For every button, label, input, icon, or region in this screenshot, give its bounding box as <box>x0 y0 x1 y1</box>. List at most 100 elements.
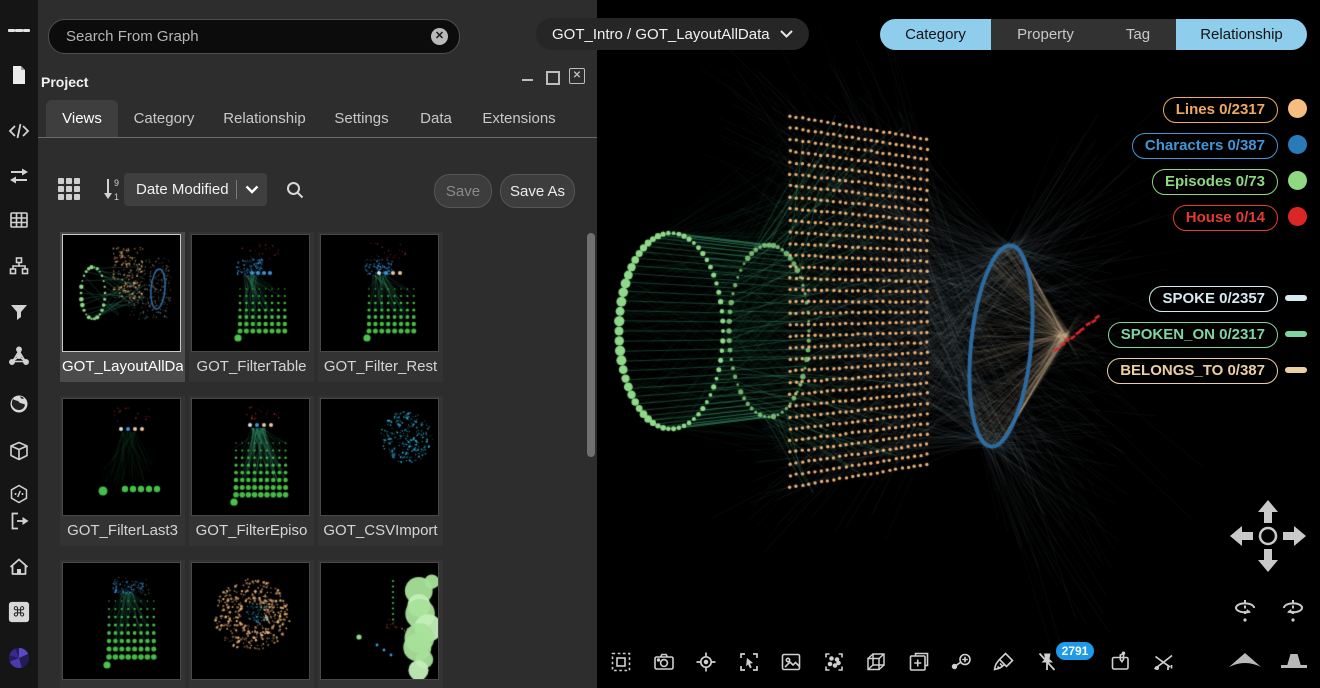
panel-scrollbar[interactable] <box>587 233 595 457</box>
relationship-dash-spoken-on[interactable] <box>1285 331 1307 337</box>
save-button[interactable]: Save <box>434 174 492 208</box>
svg-text:1: 1 <box>114 192 119 202</box>
relationship-dash-spoke[interactable] <box>1285 295 1307 301</box>
tilt-up-icon[interactable] <box>1276 650 1312 670</box>
swap-arrows-icon[interactable] <box>8 165 30 187</box>
globe-icon[interactable] <box>8 393 30 415</box>
tab-tag-mode[interactable]: Tag <box>1100 19 1176 50</box>
category-dot-lines[interactable] <box>1288 99 1307 118</box>
close-icon[interactable]: ✕ <box>569 68 585 84</box>
clear-search-icon[interactable]: ✕ <box>431 28 448 45</box>
view-thumbnail <box>62 398 181 516</box>
add-slide-icon[interactable] <box>904 647 934 677</box>
view-card[interactable] <box>318 560 443 688</box>
panel-title: Project <box>41 74 88 90</box>
view-label <box>191 680 312 688</box>
view-card-got-filterlast3[interactable]: GOT_FilterLast3 <box>60 396 185 546</box>
current-view-selector[interactable]: GOT_Intro / GOT_LayoutAllData <box>536 18 809 50</box>
relationship-badge-spoke[interactable]: SPOKE 0/2357 <box>1149 286 1278 312</box>
view-card[interactable] <box>189 560 314 688</box>
sign-out-icon[interactable] <box>8 510 30 532</box>
tab-views[interactable]: Views <box>46 100 118 137</box>
sort-field-dropdown[interactable]: Date Modified <box>124 173 267 206</box>
tab-category[interactable]: Category <box>118 100 210 137</box>
category-dot-episodes[interactable] <box>1288 171 1307 190</box>
search-views-icon[interactable] <box>285 180 305 205</box>
code-icon[interactable] <box>8 120 30 142</box>
tab-data[interactable]: Data <box>404 100 468 137</box>
tab-extensions[interactable]: Extensions <box>468 100 570 137</box>
menu-icon[interactable] <box>8 19 30 41</box>
scatter-select-icon[interactable] <box>819 647 849 677</box>
view-card-got-filtertable[interactable]: GOT_FilterTable <box>189 232 314 382</box>
sort-field-value: Date Modified <box>124 181 236 198</box>
svg-text:⌘: ⌘ <box>12 605 26 621</box>
app-window: ⌘ ✕ ✕ Project Views Category Relationshi… <box>0 0 1320 688</box>
category-badge-episodes[interactable]: Episodes 0/73 <box>1152 169 1278 195</box>
view-thumbnail <box>320 562 439 680</box>
select-transform-icon[interactable] <box>734 647 764 677</box>
pan-center-icon <box>1260 528 1276 544</box>
relationship-badge-belongs-to[interactable]: BELONGS_TO 0/387 <box>1107 358 1278 384</box>
pan-dpad[interactable] <box>1228 498 1308 578</box>
home-icon[interactable] <box>8 556 30 578</box>
rotate-right-icon[interactable] <box>1278 596 1308 626</box>
filter-icon[interactable] <box>8 301 30 323</box>
rotate-left-icon[interactable] <box>1230 596 1260 626</box>
notes-board-icon[interactable] <box>1106 647 1136 677</box>
maximize-icon[interactable] <box>545 69 559 83</box>
cube-3d-icon[interactable] <box>8 440 30 462</box>
tab-settings[interactable]: Settings <box>319 100 404 137</box>
tab-relationship[interactable]: Relationship <box>210 100 319 137</box>
svg-text:9: 9 <box>114 178 119 188</box>
grid-view-icon[interactable] <box>58 178 82 202</box>
category-badge-characters[interactable]: Characters 0/387 <box>1132 133 1278 159</box>
panel-window-controls: ✕ <box>521 68 585 84</box>
view-card-got-csvimport[interactable]: GOT_CSVImport <box>318 396 443 546</box>
category-badge-house[interactable]: House 0/14 <box>1173 205 1278 231</box>
view-thumbnail <box>191 398 310 516</box>
tab-category-mode[interactable]: Category <box>880 19 991 50</box>
view-card-got-filterepiso[interactable]: GOT_FilterEpiso <box>189 396 314 546</box>
search-input[interactable] <box>49 28 431 45</box>
category-dot-characters[interactable] <box>1288 135 1307 154</box>
pinned-count-badge[interactable]: 2791 <box>1056 642 1094 660</box>
project-tabs: Views Category Relationship Settings Dat… <box>46 100 570 137</box>
tab-relationship-mode[interactable]: Relationship <box>1176 19 1307 50</box>
save-as-button[interactable]: Save As <box>500 174 575 208</box>
sort-descending-icon[interactable]: 91 <box>101 176 123 207</box>
clean-brush-icon[interactable] <box>989 647 1019 677</box>
file-icon[interactable] <box>8 64 30 86</box>
edge-curve-icon[interactable] <box>1148 647 1178 677</box>
hierarchy-icon[interactable] <box>8 255 30 277</box>
view-card[interactable] <box>60 560 185 688</box>
tab-property-mode[interactable]: Property <box>991 19 1100 50</box>
app-logo-icon[interactable] <box>8 647 30 669</box>
current-view-title: GOT_Intro / GOT_LayoutAllData <box>552 26 770 43</box>
data-table-icon[interactable] <box>8 209 30 231</box>
view-thumbnail <box>320 234 439 352</box>
view-thumbnail <box>62 234 181 352</box>
view-card-got-layoutalldata[interactable]: GOT_LayoutAllData <box>60 232 185 382</box>
add-node-icon[interactable] <box>946 647 976 677</box>
center-focus-icon[interactable] <box>691 647 721 677</box>
tilt-down-icon[interactable] <box>1227 650 1263 670</box>
view-label <box>62 680 183 688</box>
chevron-down-icon <box>780 30 793 38</box>
category-dot-house[interactable] <box>1288 207 1307 226</box>
relationship-badge-spoken-on[interactable]: SPOKEN_ON 0/2317 <box>1108 322 1278 348</box>
screenshot-icon[interactable] <box>649 647 679 677</box>
view-label: GOT_FilterLast3 <box>62 516 183 546</box>
cube-perspective-icon[interactable] <box>861 647 891 677</box>
category-badge-lines[interactable]: Lines 0/2317 <box>1163 97 1278 123</box>
network-graph-icon[interactable] <box>8 345 30 367</box>
minimize-icon[interactable] <box>521 69 535 83</box>
pan-up-icon <box>1258 500 1278 523</box>
relationship-dash-belongs-to[interactable] <box>1285 367 1307 373</box>
image-icon[interactable] <box>776 647 806 677</box>
command-icon[interactable]: ⌘ <box>8 601 30 623</box>
hexagon-api-icon[interactable] <box>8 483 30 505</box>
region-select-icon[interactable] <box>606 647 636 677</box>
view-card-got-filter-rest[interactable]: GOT_Filter_Rest <box>318 232 443 382</box>
chevron-down-icon <box>237 185 267 194</box>
